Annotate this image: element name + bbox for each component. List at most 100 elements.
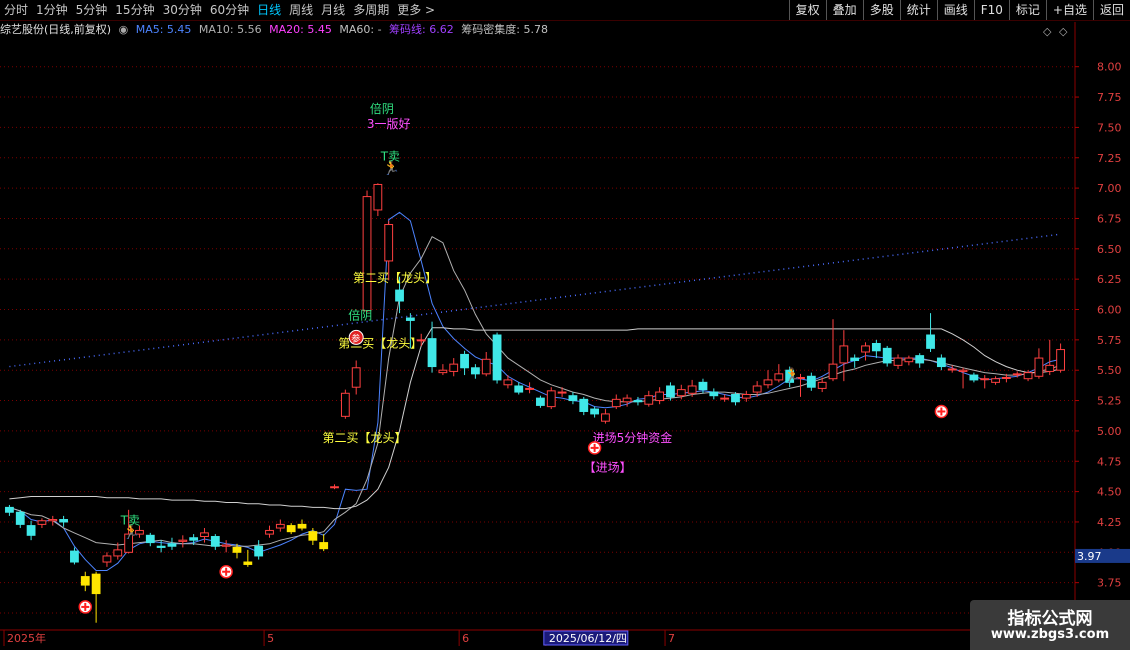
candle — [806, 372, 816, 391]
candle — [536, 395, 545, 408]
special-marker-icon: 参 — [348, 329, 364, 345]
signal-label: 3一版好 — [367, 117, 411, 131]
price-tick-label: 5.25 — [1097, 395, 1122, 408]
candle-body — [525, 387, 534, 390]
time-tick-label: 5 — [267, 632, 274, 645]
candle — [731, 392, 740, 406]
candle-body — [449, 363, 459, 372]
candle — [80, 571, 90, 592]
candle-body — [481, 358, 491, 375]
candle-body — [405, 317, 415, 321]
price-tick-label: 8.00 — [1097, 61, 1122, 74]
candle — [871, 339, 881, 359]
candle — [1045, 339, 1055, 376]
time-tick-label: 6 — [462, 632, 469, 645]
candle — [709, 388, 719, 400]
candle — [254, 540, 264, 560]
candle — [568, 392, 578, 405]
candle-body — [839, 345, 849, 364]
watermark-title: 指标公式网 — [1007, 609, 1093, 629]
candle-body — [503, 379, 513, 386]
candle — [601, 409, 610, 424]
candle — [958, 367, 968, 389]
candle-body — [731, 393, 740, 403]
candle — [492, 332, 502, 384]
candle — [26, 520, 36, 541]
entry-marker-icon — [587, 441, 602, 455]
price-tick-label: 4.75 — [1097, 455, 1122, 468]
candle-body — [579, 398, 589, 412]
diamond-icon[interactable]: ◇ — [1043, 25, 1052, 38]
candle-body — [15, 511, 25, 525]
signal-label: T卖 — [380, 150, 400, 164]
candle — [330, 484, 339, 490]
candle-body — [514, 385, 524, 393]
candle-body — [1034, 357, 1044, 377]
collapse-icon[interactable]: ◇ — [1059, 25, 1068, 38]
candle — [221, 540, 231, 553]
candle-body — [536, 397, 545, 406]
candle — [340, 389, 350, 419]
candle-body — [167, 543, 177, 547]
candle — [308, 528, 318, 546]
candle — [91, 571, 101, 623]
price-tick-label: 5.00 — [1097, 425, 1122, 438]
candle-body — [557, 391, 567, 394]
candle-body — [752, 385, 762, 393]
price-tick-label: 4.25 — [1097, 516, 1122, 529]
price-tick-label: 6.25 — [1097, 273, 1122, 286]
candle — [557, 387, 567, 397]
candle-body — [395, 289, 404, 302]
candle-body — [1012, 373, 1022, 376]
candle — [275, 519, 285, 532]
candle-body — [915, 355, 925, 364]
entry-marker-icon — [934, 404, 949, 419]
candle — [980, 375, 990, 389]
candle — [243, 549, 253, 567]
candle — [861, 342, 870, 361]
candle-body — [936, 357, 946, 368]
candle-body — [633, 400, 643, 403]
candle-body — [622, 397, 632, 403]
candle-body — [882, 347, 892, 364]
ma-line-ma60 — [9, 327, 1061, 510]
price-tick-label: 7.25 — [1097, 152, 1122, 165]
candle-body — [904, 357, 914, 363]
candle-body — [1023, 372, 1033, 380]
candle — [590, 406, 600, 418]
signal-label: 第二买【龙头】 — [323, 431, 407, 445]
time-tick-label: 2025/06/12/四 — [549, 632, 627, 645]
kline-chart[interactable]: 8.00 7.75 7.50 7.25 7.00 6.75 6.50 6.25 6.00 5.75… — [0, 0, 1130, 650]
candle-body — [926, 334, 935, 349]
candle — [351, 360, 361, 395]
candle — [763, 370, 773, 389]
candle-body — [980, 378, 990, 381]
candle — [514, 382, 524, 395]
candle-body — [113, 549, 123, 557]
runner-icon: 🏃 — [784, 367, 801, 384]
price-tick-label: 7.50 — [1097, 121, 1122, 134]
candle-body — [958, 369, 968, 372]
candle — [15, 509, 25, 529]
watermark-logo: 指标公式网 www.zbgs3.com — [970, 600, 1130, 650]
candle-body — [178, 539, 188, 542]
candle-body — [200, 532, 209, 538]
candle-body — [1001, 376, 1011, 379]
candle-body — [145, 534, 155, 544]
entry-marker-icon — [219, 564, 233, 579]
candle-body — [850, 357, 860, 361]
candle — [265, 525, 274, 538]
candle — [915, 353, 925, 368]
candle-body — [156, 545, 166, 548]
candle — [991, 376, 1000, 385]
signal-label: T卖 — [120, 514, 140, 528]
candle — [633, 396, 643, 406]
candle — [449, 358, 459, 377]
candle — [427, 321, 437, 373]
candle-body — [763, 379, 773, 386]
candle-body — [969, 374, 979, 381]
candle — [839, 330, 849, 382]
candle — [297, 519, 307, 531]
candle — [904, 355, 914, 366]
candle — [882, 345, 892, 367]
